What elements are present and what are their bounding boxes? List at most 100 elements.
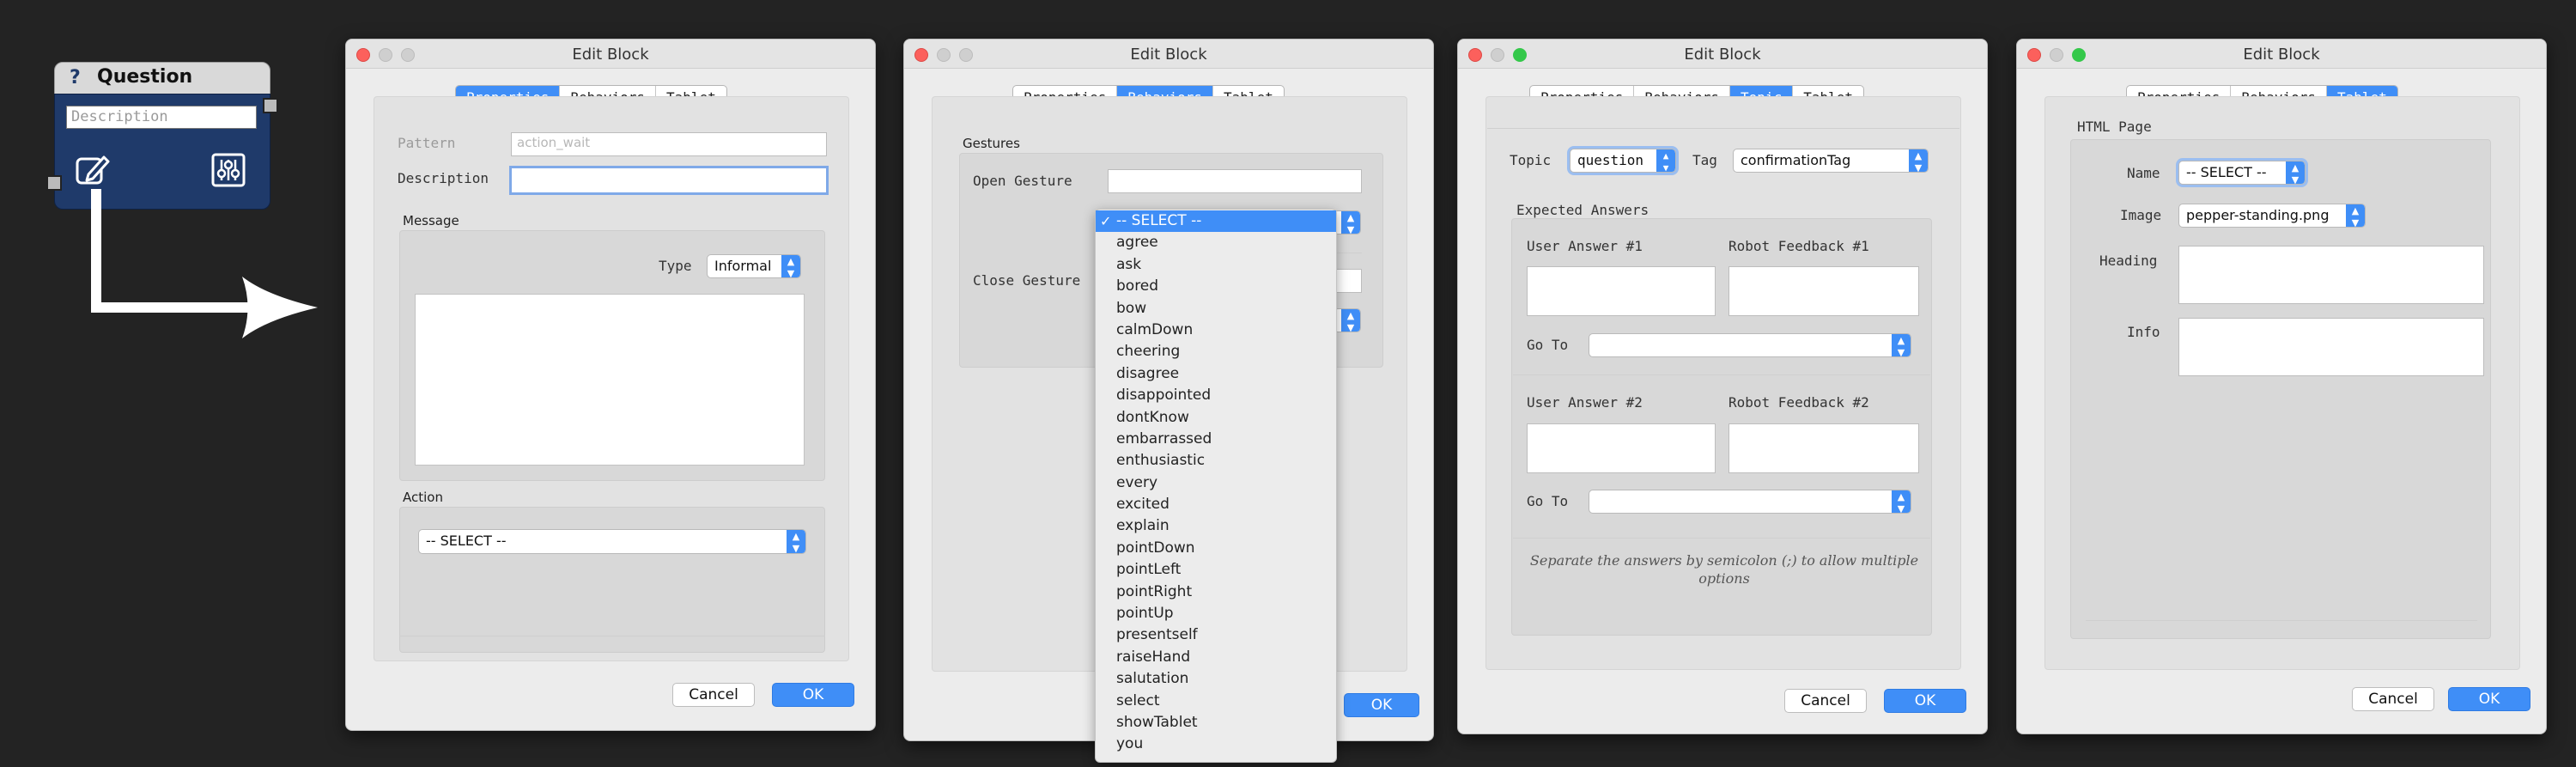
robot-feedback-1-label: Robot Feedback #1 bbox=[1728, 238, 1869, 254]
dropdown-item-label: -- SELECT -- bbox=[1116, 212, 1202, 229]
open-gesture-label: Open Gesture bbox=[973, 173, 1072, 189]
description-label: Description bbox=[398, 170, 489, 186]
flow-arrow bbox=[91, 189, 318, 338]
chevron-updown-icon: ▲ ▼ bbox=[1656, 149, 1675, 172]
action-select[interactable]: -- SELECT -- ▲ ▼ bbox=[418, 529, 806, 554]
dropdown-item[interactable]: bow bbox=[1096, 298, 1336, 320]
info-textarea[interactable] bbox=[2178, 318, 2484, 376]
name-select[interactable]: -- SELECT -- ▲ ▼ bbox=[2178, 161, 2306, 185]
message-section-title: Message bbox=[403, 213, 459, 228]
input-port[interactable] bbox=[46, 175, 62, 191]
user-answer-1-label: User Answer #1 bbox=[1527, 238, 1643, 254]
window-title: Edit Block bbox=[572, 46, 649, 64]
goto-2-label: Go To bbox=[1527, 493, 1569, 509]
message-textarea[interactable] bbox=[415, 294, 805, 466]
image-select[interactable]: pepper-standing.png ▲ ▼ bbox=[2178, 204, 2366, 228]
cancel-button[interactable]: Cancel bbox=[672, 683, 755, 707]
ok-button[interactable]: OK bbox=[1344, 693, 1419, 717]
dropdown-item[interactable]: disagree bbox=[1096, 363, 1336, 385]
window-title: Edit Block bbox=[1130, 46, 1207, 64]
close-gesture-input[interactable] bbox=[1334, 269, 1362, 293]
image-label: Image bbox=[2120, 207, 2162, 223]
divider bbox=[2086, 620, 2477, 621]
dropdown-item[interactable]: showTablet bbox=[1096, 712, 1336, 734]
robot-feedback-2-label: Robot Feedback #2 bbox=[1728, 394, 1869, 411]
edit-block-window-tablet: Edit Block Properties Behaviors Tablet H… bbox=[2016, 39, 2547, 734]
dropdown-item[interactable]: excited bbox=[1096, 494, 1336, 515]
dropdown-item[interactable]: presentself bbox=[1096, 624, 1336, 646]
chevron-updown-icon: ▲ ▼ bbox=[781, 255, 800, 277]
dropdown-item[interactable]: cheering bbox=[1096, 341, 1336, 362]
expected-answers-title: Expected Answers bbox=[1516, 202, 1649, 218]
chevron-updown-icon: ▲ ▼ bbox=[1892, 334, 1911, 356]
dropdown-item[interactable]: calmDown bbox=[1096, 320, 1336, 341]
dropdown-item[interactable]: enthusiastic bbox=[1096, 450, 1336, 472]
goto-2-select[interactable]: ▲ ▼ bbox=[1589, 490, 1911, 514]
dropdown-item[interactable]: pointLeft bbox=[1096, 559, 1336, 581]
cancel-button[interactable]: Cancel bbox=[2352, 687, 2434, 711]
description-input[interactable] bbox=[509, 166, 829, 195]
dropdown-item[interactable]: pointUp bbox=[1096, 603, 1336, 624]
type-select-value: Informal bbox=[714, 258, 772, 274]
heading-label: Heading bbox=[2099, 253, 2158, 269]
image-select-value: pepper-standing.png bbox=[2186, 207, 2330, 223]
dropdown-item[interactable]: every bbox=[1096, 472, 1336, 494]
window-title: Edit Block bbox=[2243, 46, 2320, 64]
dropdown-item[interactable]: agree bbox=[1096, 232, 1336, 253]
dropdown-item[interactable]: select bbox=[1096, 691, 1336, 712]
tag-label: Tag bbox=[1692, 152, 1717, 168]
robot-feedback-2-input[interactable] bbox=[1728, 423, 1919, 473]
cancel-button[interactable]: Cancel bbox=[1784, 689, 1867, 713]
dropdown-item[interactable]: bored bbox=[1096, 276, 1336, 297]
divider bbox=[1513, 374, 1930, 375]
open-gesture-input[interactable] bbox=[1108, 169, 1362, 193]
user-answer-1-input[interactable] bbox=[1527, 266, 1716, 316]
dropdown-item[interactable]: pointRight bbox=[1096, 581, 1336, 603]
tag-select[interactable]: confirmationTag ▲ ▼ bbox=[1733, 149, 1929, 173]
type-label: Type bbox=[659, 258, 692, 274]
question-mark-icon: ? bbox=[70, 67, 81, 88]
robot-feedback-1-input[interactable] bbox=[1728, 266, 1919, 316]
info-label: Info bbox=[2127, 324, 2160, 340]
goto-1-label: Go To bbox=[1527, 337, 1569, 353]
window-title: Edit Block bbox=[1684, 46, 1761, 64]
heading-textarea[interactable] bbox=[2178, 246, 2484, 304]
topic-select[interactable]: question ▲ ▼ bbox=[1570, 149, 1676, 173]
name-label: Name bbox=[2127, 165, 2160, 181]
chevron-updown-icon: ▲ ▼ bbox=[1341, 309, 1360, 332]
divider bbox=[1487, 128, 1959, 129]
ok-button[interactable]: OK bbox=[2448, 687, 2530, 711]
type-select[interactable]: Informal ▲ ▼ bbox=[707, 254, 801, 278]
dropdown-item[interactable]: dontKnow bbox=[1096, 407, 1336, 429]
user-answer-2-input[interactable] bbox=[1527, 423, 1716, 473]
output-port[interactable] bbox=[263, 98, 278, 113]
pattern-input[interactable]: action_wait bbox=[511, 132, 827, 156]
chevron-updown-icon: ▲ ▼ bbox=[1909, 149, 1928, 172]
dropdown-item[interactable]: pointDown bbox=[1096, 538, 1336, 559]
goto-1-select[interactable]: ▲ ▼ bbox=[1589, 333, 1911, 357]
chevron-updown-icon: ▲ ▼ bbox=[1892, 490, 1911, 513]
dropdown-item[interactable]: embarrassed bbox=[1096, 429, 1336, 450]
chevron-updown-icon: ▲ ▼ bbox=[2346, 204, 2365, 227]
dropdown-item[interactable]: ask bbox=[1096, 254, 1336, 276]
dropdown-item[interactable]: raiseHand bbox=[1096, 647, 1336, 668]
close-gesture-select[interactable]: ▲ ▼ bbox=[1334, 308, 1361, 332]
gesture-dropdown-menu: ✓ -- SELECT -- agree ask bored bow calmD… bbox=[1095, 209, 1337, 763]
dropdown-item[interactable]: you bbox=[1096, 734, 1336, 755]
dropdown-item[interactable]: salutation bbox=[1096, 668, 1336, 690]
topic-label: Topic bbox=[1510, 152, 1552, 168]
checkmark-icon: ✓ bbox=[1100, 213, 1112, 229]
topic-select-value: question bbox=[1577, 152, 1644, 168]
chevron-updown-icon: ▲ ▼ bbox=[1341, 211, 1360, 234]
dropdown-item-selected[interactable]: ✓ -- SELECT -- bbox=[1096, 210, 1336, 233]
ok-button[interactable]: OK bbox=[1884, 689, 1966, 713]
dropdown-item[interactable]: explain bbox=[1096, 515, 1336, 537]
action-section-title: Action bbox=[403, 490, 443, 505]
user-answer-2-label: User Answer #2 bbox=[1527, 394, 1643, 411]
ok-button[interactable]: OK bbox=[772, 683, 854, 707]
node-title: Question bbox=[97, 66, 193, 88]
separator-hint-note: Separate the answers by semicolon (;) to… bbox=[1529, 552, 1919, 587]
dropdown-item[interactable]: disappointed bbox=[1096, 385, 1336, 406]
open-gesture-select[interactable]: ▲ ▼ bbox=[1334, 210, 1361, 234]
gestures-section-title: Gestures bbox=[963, 136, 1020, 151]
